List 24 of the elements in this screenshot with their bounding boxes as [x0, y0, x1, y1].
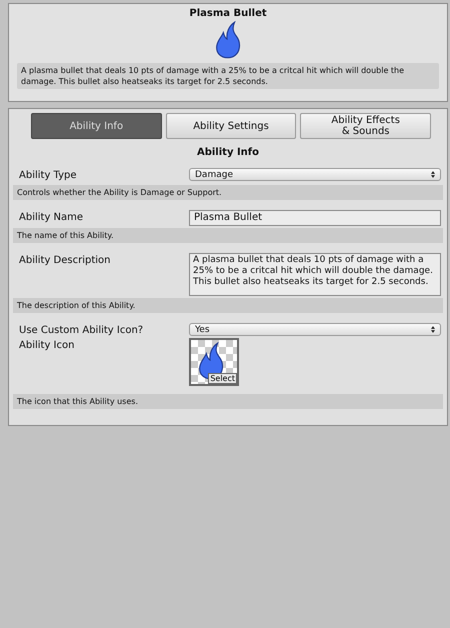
help-text: The name of this Ability.	[13, 228, 443, 243]
text-field[interactable]: Plasma Bullet	[189, 210, 441, 226]
field-label: Ability Description	[19, 254, 112, 266]
help-text: Controls whether the Ability is Damage or Support.	[13, 185, 443, 200]
help-text: The icon that this Ability uses.	[13, 394, 443, 409]
tab[interactable]: Ability Effects & Sounds	[300, 113, 432, 139]
field-label: Ability Name	[19, 211, 84, 223]
text-area[interactable]: A plasma bullet that deals 10 pts of damage with a 25% to be a critcal hit which will double the damage. This bullet also heatseaks its target for 2.5 seconds.	[189, 253, 441, 296]
ability-title: Plasma Bullet	[189, 8, 267, 19]
tab[interactable]: Ability Settings	[166, 113, 296, 139]
field-label: Ability Type	[19, 169, 78, 181]
dropdown[interactable]: Yes	[189, 323, 441, 336]
field-label: Ability Icon	[19, 339, 76, 351]
tab[interactable]: Ability Info	[31, 113, 162, 139]
updown-arrows-icon	[431, 171, 435, 178]
dropdown[interactable]: Damage	[189, 168, 441, 181]
updown-arrows-icon	[431, 326, 435, 333]
select-button[interactable]: Select	[208, 373, 237, 384]
section-title: Ability Info	[196, 147, 260, 158]
ability-description: A plasma bullet that deals 10 pts of damage with a 25% to be a critcal hit which will double the damage. This bullet also heatseaks its target for 2.5 seconds.	[17, 63, 439, 89]
field-label: Use Custom Ability Icon?	[19, 324, 144, 336]
flame-icon	[214, 21, 242, 59]
help-text: The description of this Ability.	[13, 298, 443, 313]
icon-slot[interactable]: Select	[189, 338, 239, 386]
